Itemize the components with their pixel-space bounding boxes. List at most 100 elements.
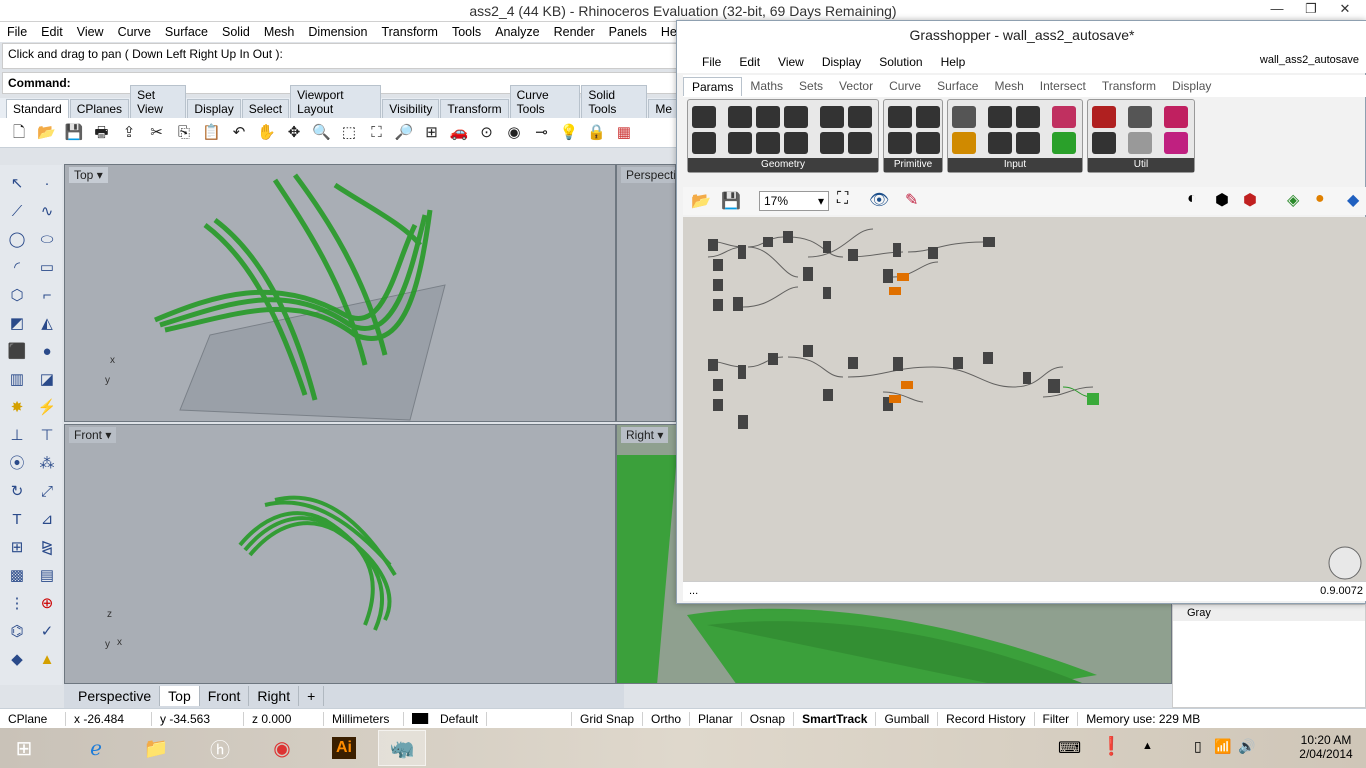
gh-menu-view[interactable]: View xyxy=(769,55,813,69)
zoom-icon[interactable]: 🔍 xyxy=(311,123,333,143)
zoom-selected-icon[interactable]: 🔎 xyxy=(393,123,415,143)
menu-edit[interactable]: Edit xyxy=(34,25,70,39)
polygon-icon[interactable]: ⬡ xyxy=(3,283,31,311)
menu-curve[interactable]: Curve xyxy=(111,25,158,39)
gh-sketch-icon[interactable]: ✎ xyxy=(905,190,918,210)
grid-array-icon[interactable]: ⋮ xyxy=(3,591,31,619)
car-icon[interactable]: 🚗 xyxy=(448,123,470,143)
tab-select[interactable]: Select xyxy=(241,99,290,118)
menu-render[interactable]: Render xyxy=(547,25,602,39)
render-icon[interactable]: ▦ xyxy=(613,123,635,143)
mesh-icon[interactable]: ▩ xyxy=(3,563,31,591)
tab-solid-tools[interactable]: Solid Tools xyxy=(581,85,648,118)
open-icon[interactable]: 📂 xyxy=(36,123,58,143)
menu-tools[interactable]: Tools xyxy=(445,25,488,39)
array-icon[interactable]: ⊞ xyxy=(3,535,31,563)
gh-group-primitive[interactable]: Primitive xyxy=(883,99,943,173)
cplane-icon[interactable]: ⊸ xyxy=(531,123,553,143)
tray-alert-icon[interactable]: ❗ xyxy=(1100,736,1122,757)
tab-viewport-layout[interactable]: Viewport Layout xyxy=(290,85,382,118)
tab-curve-tools[interactable]: Curve Tools xyxy=(509,85,581,118)
explode-icon[interactable]: ✸ xyxy=(3,395,31,423)
analyze-icon[interactable]: ⌬ xyxy=(3,619,31,647)
arc-icon[interactable]: ◜ xyxy=(3,255,31,283)
gh-preview-wire-icon[interactable]: ⬢ xyxy=(1215,190,1229,210)
gh-tab-sets[interactable]: Sets xyxy=(791,77,831,95)
menu-dimension[interactable]: Dimension xyxy=(301,25,374,39)
ungroup-icon[interactable]: ⁂ xyxy=(33,451,61,479)
toggle-planar[interactable]: Planar xyxy=(690,711,742,726)
light-icon[interactable]: 💡 xyxy=(558,123,580,143)
select-arrow-icon[interactable]: ↖ xyxy=(3,171,31,199)
shade-icon[interactable]: ◆ xyxy=(3,647,31,675)
gh-menu-display[interactable]: Display xyxy=(813,55,870,69)
gh-menu-solution[interactable]: Solution xyxy=(870,55,931,69)
save-icon[interactable]: 💾 xyxy=(63,123,85,143)
lock-icon[interactable]: 🔒 xyxy=(586,123,608,143)
vptab-front[interactable]: Front xyxy=(200,686,250,706)
tab-mesh-tools[interactable]: Me xyxy=(648,99,680,118)
tray-keyboard-icon[interactable]: ⌨ xyxy=(1058,738,1081,758)
tray-show-hidden-icon[interactable]: ▲ xyxy=(1142,740,1153,752)
menu-analyze[interactable]: Analyze xyxy=(488,25,546,39)
tray-volume-icon[interactable]: 🔊 xyxy=(1238,738,1255,755)
pan-hand-icon[interactable]: ✋ xyxy=(256,123,278,143)
print-icon[interactable]: 🖶 xyxy=(91,123,113,143)
illustrator-icon[interactable]: Ai xyxy=(320,730,368,766)
gh-tab-display[interactable]: Display xyxy=(1164,77,1219,95)
close-button[interactable]: ✕ xyxy=(1328,0,1362,20)
vptab-right[interactable]: Right xyxy=(249,686,300,706)
toggle-gumball[interactable]: Gumball xyxy=(876,711,939,726)
rectangle-icon[interactable]: ▭ xyxy=(33,255,61,283)
tray-network-icon[interactable]: 📶 xyxy=(1214,738,1231,755)
gumball-icon[interactable]: ⊕ xyxy=(33,591,61,619)
vptab-top[interactable]: Top xyxy=(160,686,200,706)
gh-tab-vector[interactable]: Vector xyxy=(831,77,881,95)
menu-view[interactable]: View xyxy=(70,25,111,39)
gh-material-icon[interactable]: ● xyxy=(1315,190,1325,208)
zoom-window-icon[interactable]: ⬚ xyxy=(338,123,360,143)
status-cplane[interactable]: CPlane xyxy=(0,711,66,726)
gh-zoom-select[interactable]: 17% ▾ xyxy=(759,191,829,211)
gh-preview-selected-icon[interactable]: ⬢ xyxy=(1243,190,1257,210)
hp-icon[interactable]: ⓗ xyxy=(196,730,244,766)
fillet-icon[interactable]: ⌐ xyxy=(33,283,61,311)
surface-icon[interactable]: ◩ xyxy=(3,311,31,339)
menu-surface[interactable]: Surface xyxy=(158,25,215,39)
ellipse-icon[interactable]: ⬭ xyxy=(33,227,61,255)
gh-tab-intersect[interactable]: Intersect xyxy=(1032,77,1094,95)
sphere-icon[interactable]: ● xyxy=(33,339,61,367)
gh-preview-mesh-icon[interactable]: ◈ xyxy=(1287,190,1299,210)
tab-set-view[interactable]: Set View xyxy=(130,85,187,118)
viewport-front[interactable]: Front ▾ y z x xyxy=(64,424,616,684)
circle-icon[interactable]: ◯ xyxy=(3,227,31,255)
toggle-record-history[interactable]: Record History xyxy=(938,711,1035,726)
viewport-top[interactable]: Top ▾ y x xyxy=(64,164,616,422)
rotate-icon[interactable]: ↻ xyxy=(3,479,31,507)
tab-cplanes[interactable]: CPlanes xyxy=(69,99,130,118)
undo-icon[interactable]: ↶ xyxy=(228,123,250,143)
tab-transform[interactable]: Transform xyxy=(440,99,509,118)
toggle-grid-snap[interactable]: Grid Snap xyxy=(572,711,644,726)
gh-menu-edit[interactable]: Edit xyxy=(730,55,769,69)
restore-button[interactable]: ❐ xyxy=(1294,0,1328,20)
mirror-icon[interactable]: ⧎ xyxy=(33,535,61,563)
gh-preview-shaded-icon[interactable]: ◐ xyxy=(1187,190,1197,208)
menu-panels[interactable]: Panels xyxy=(602,25,654,39)
tray-battery-icon[interactable]: ▯ xyxy=(1194,738,1202,755)
box-icon[interactable]: ⬛ xyxy=(3,339,31,367)
toggle-filter[interactable]: Filter xyxy=(1035,711,1079,726)
toggle-osnap[interactable]: Osnap xyxy=(742,711,795,726)
new-file-icon[interactable]: 🗋 xyxy=(8,123,30,143)
join-icon[interactable]: ⊤ xyxy=(33,423,61,451)
cylinder-icon[interactable]: ▥ xyxy=(3,367,31,395)
dimension-icon[interactable]: ⊿ xyxy=(33,507,61,535)
extrude-icon[interactable]: ◪ xyxy=(33,367,61,395)
menu-file[interactable]: File xyxy=(0,25,34,39)
loft-icon[interactable]: ◭ xyxy=(33,311,61,339)
tab-visibility[interactable]: Visibility xyxy=(382,99,440,118)
menu-transform[interactable]: Transform xyxy=(374,25,445,39)
render-preview-icon[interactable]: ▲ xyxy=(33,647,61,675)
menu-solid[interactable]: Solid xyxy=(215,25,257,39)
snapshot-icon[interactable]: ⊙ xyxy=(476,123,498,143)
